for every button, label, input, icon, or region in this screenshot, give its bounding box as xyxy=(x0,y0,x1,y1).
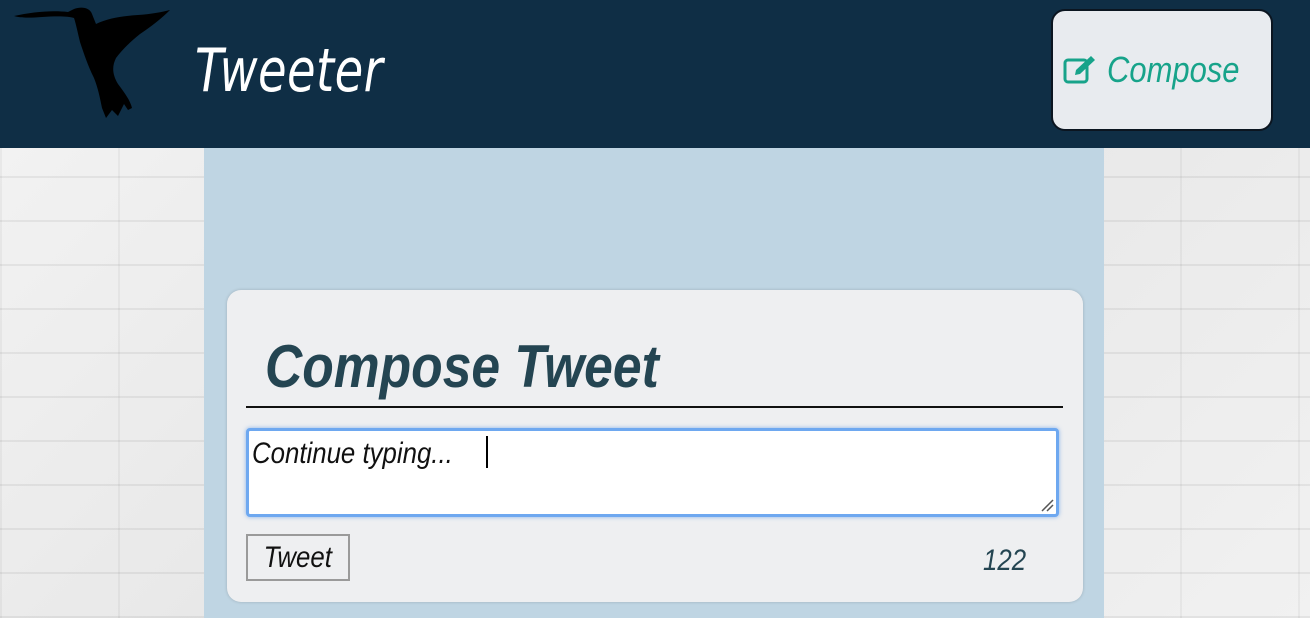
main-column: Compose Tweet Continue typing... Tweet 1… xyxy=(204,148,1104,618)
top-nav-bar: Tweeter Compose xyxy=(0,0,1310,148)
tweet-submit-button[interactable]: Tweet xyxy=(246,534,350,581)
compose-heading: Compose Tweet xyxy=(265,333,659,400)
app-title: Tweeter xyxy=(195,36,384,106)
hummingbird-icon xyxy=(14,7,170,119)
tweet-textarea[interactable]: Continue typing... xyxy=(246,428,1059,517)
tweet-submit-label: Tweet xyxy=(263,540,333,574)
compose-button[interactable]: Compose xyxy=(1051,9,1273,131)
resize-grip-icon[interactable] xyxy=(1040,498,1054,512)
tweet-text: Continue typing... xyxy=(252,437,453,470)
text-caret xyxy=(486,436,489,468)
heading-divider xyxy=(246,406,1063,408)
compose-button-label: Compose xyxy=(1106,49,1240,90)
compose-tweet-card: Compose Tweet Continue typing... Tweet 1… xyxy=(227,290,1083,602)
char-counter: 122 xyxy=(983,544,1027,577)
edit-icon xyxy=(1063,56,1095,84)
